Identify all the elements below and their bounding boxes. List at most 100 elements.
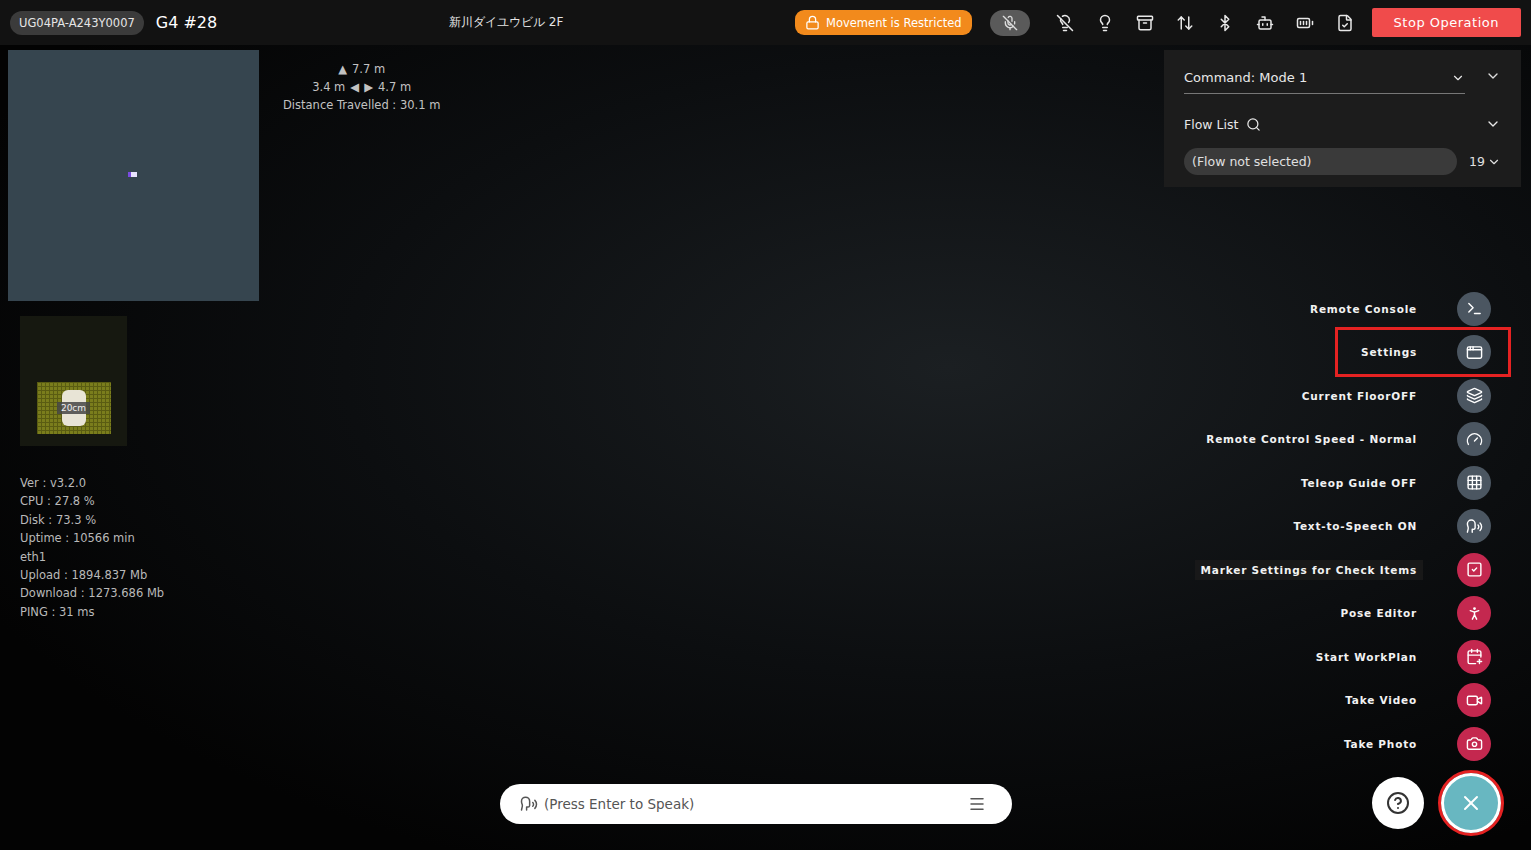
- menu-icon: [1457, 683, 1491, 717]
- menu-button[interactable]: Teleop Guide OFF: [1275, 458, 1491, 508]
- menu-icon: [1457, 553, 1491, 587]
- speech-input[interactable]: (Press Enter to Speak): [500, 784, 1012, 824]
- menu-item: Pose Editor: [1175, 592, 1491, 636]
- collapse-icon[interactable]: [1485, 68, 1501, 84]
- stat-line: Uptime : 10566 min: [20, 529, 440, 547]
- stat-line: Upload : 1894.837 Mb: [20, 566, 440, 584]
- stat-line: eth1: [20, 548, 440, 566]
- system-stats: Ver : v3.2.0CPU : 27.8 %Disk : 73.3 %Upt…: [20, 474, 440, 621]
- top-bar: UG04PA-A243Y0007 G4 #28 新川ダイユウビル 2F Movemen…: [0, 0, 1531, 45]
- menu-button[interactable]: Take Video: [1319, 675, 1491, 725]
- fab-group: [1372, 770, 1504, 836]
- menu-button[interactable]: Settings: [1335, 327, 1491, 377]
- grid-scale-label: 20cm: [57, 402, 90, 414]
- mic-off-icon: [1002, 15, 1018, 31]
- menu-button[interactable]: Take Photo: [1318, 719, 1491, 769]
- menu-icon: [1457, 596, 1491, 630]
- location: 新川ダイユウビル 2F: [449, 14, 563, 31]
- menu-button[interactable]: Start WorkPlan: [1290, 632, 1491, 682]
- menu-icon: [1457, 640, 1491, 674]
- lamp-off-icon[interactable]: [1092, 14, 1118, 32]
- dropdown-icon: [1451, 71, 1465, 85]
- restriction-badge[interactable]: Movement is Restricted: [795, 10, 972, 35]
- flow-count[interactable]: 19: [1469, 154, 1501, 169]
- menu-button[interactable]: Pose Editor: [1315, 588, 1491, 638]
- menu-icon: [1457, 466, 1491, 500]
- left-hud: ▲7.7 m3.4 m◀▶4.7 mDistance Travelled : 3…: [8, 50, 440, 621]
- menu-item: Remote Console: [1175, 287, 1491, 331]
- speak-icon: [520, 795, 538, 813]
- distance-info: ▲7.7 m3.4 m◀▶4.7 mDistance Travelled : 3…: [283, 50, 440, 301]
- battery-icon[interactable]: [1292, 14, 1318, 32]
- stat-line: CPU : 27.8 %: [20, 492, 440, 510]
- menu-icon: [1457, 727, 1491, 761]
- menu-label: Marker Settings for Check Items: [1195, 560, 1423, 580]
- robot-id: UG04PA-A243Y0007: [10, 11, 144, 35]
- dropdown-icon: [1487, 155, 1501, 169]
- mic-toggle[interactable]: [990, 10, 1030, 36]
- arrows-updown-icon[interactable]: [1172, 14, 1198, 32]
- proximity-grid: 20cm: [20, 316, 127, 446]
- mini-map[interactable]: [8, 50, 259, 301]
- stat-line: Download : 1273.686 Mb: [20, 584, 440, 602]
- flow-select[interactable]: (Flow not selected): [1184, 148, 1457, 175]
- menu-button[interactable]: Current FloorOFF: [1276, 371, 1491, 421]
- lights-off-icon[interactable]: [1052, 14, 1078, 32]
- menu-label: Remote Console: [1304, 299, 1423, 319]
- box-icon[interactable]: [1132, 14, 1158, 32]
- menu-icon: [1457, 335, 1491, 369]
- menu-label: Text-to-Speech ON: [1287, 516, 1423, 536]
- menu-label: Take Photo: [1338, 734, 1423, 754]
- menu-label: Take Video: [1339, 690, 1423, 710]
- menu-item: Current FloorOFF: [1175, 374, 1491, 418]
- menu-icon: [1457, 422, 1491, 456]
- menu-icon: [1457, 509, 1491, 543]
- camera-view[interactable]: ▲7.7 m3.4 m◀▶4.7 mDistance Travelled : 3…: [0, 45, 1531, 850]
- menu-label: Settings: [1355, 342, 1423, 362]
- lock-icon: [805, 15, 820, 30]
- status-icons: Movement is Restricted: [795, 10, 1358, 36]
- menu-item: Start WorkPlan: [1175, 635, 1491, 679]
- menu-label: Teleop Guide OFF: [1295, 473, 1423, 493]
- menu-item: Text-to-Speech ON: [1175, 505, 1491, 549]
- menu-label: Remote Control Speed - Normal: [1200, 429, 1423, 449]
- menu-item: Take Photo: [1175, 722, 1491, 766]
- menu-label: Start WorkPlan: [1310, 647, 1423, 667]
- help-icon: [1386, 791, 1410, 815]
- menu-icon[interactable]: [968, 795, 986, 813]
- menu-icon: [1457, 379, 1491, 413]
- close-icon: [1459, 791, 1483, 815]
- stop-operation-button[interactable]: Stop Operation: [1372, 8, 1521, 37]
- action-menu: Remote Console Settings Current FloorOFF Re…: [1175, 287, 1491, 766]
- menu-icon: [1457, 292, 1491, 326]
- bluetooth-icon[interactable]: [1212, 14, 1238, 32]
- menu-label: Current FloorOFF: [1296, 386, 1423, 406]
- robot-icon[interactable]: [1252, 14, 1278, 32]
- robot-info: UG04PA-A243Y0007 G4 #28: [10, 11, 449, 35]
- help-button[interactable]: [1372, 777, 1424, 829]
- menu-item: Teleop Guide OFF: [1175, 461, 1491, 505]
- expand-icon: [1485, 116, 1501, 132]
- menu-button[interactable]: Remote Console: [1284, 284, 1491, 334]
- menu-button[interactable]: Remote Control Speed - Normal: [1180, 414, 1491, 464]
- command-panel: Command: Mode 1 Flow List (Flow not select…: [1164, 50, 1521, 187]
- search-icon[interactable]: [1246, 117, 1261, 132]
- robot-name: G4 #28: [156, 13, 217, 32]
- menu-item: Settings: [1175, 331, 1491, 375]
- menu-item: Remote Control Speed - Normal: [1175, 418, 1491, 462]
- menu-button[interactable]: Marker Settings for Check Items: [1175, 545, 1491, 595]
- map-check-icon[interactable]: [1332, 14, 1358, 32]
- robot-marker: [128, 172, 137, 177]
- menu-item: Marker Settings for Check Items: [1175, 548, 1491, 592]
- teleop-screen: UG04PA-A243Y0007 G4 #28 新川ダイユウビル 2F Movemen…: [0, 0, 1531, 850]
- speech-placeholder: (Press Enter to Speak): [544, 796, 962, 812]
- menu-label: Pose Editor: [1335, 603, 1423, 623]
- flow-list-header[interactable]: Flow List: [1184, 104, 1501, 138]
- menu-item: Take Video: [1175, 679, 1491, 723]
- menu-button[interactable]: Text-to-Speech ON: [1267, 501, 1491, 551]
- close-menu-button[interactable]: [1438, 770, 1504, 836]
- stat-line: Ver : v3.2.0: [20, 474, 440, 492]
- stat-line: Disk : 73.3 %: [20, 511, 440, 529]
- stat-line: PING : 31 ms: [20, 603, 440, 621]
- command-select[interactable]: Command: Mode 1: [1184, 58, 1465, 94]
